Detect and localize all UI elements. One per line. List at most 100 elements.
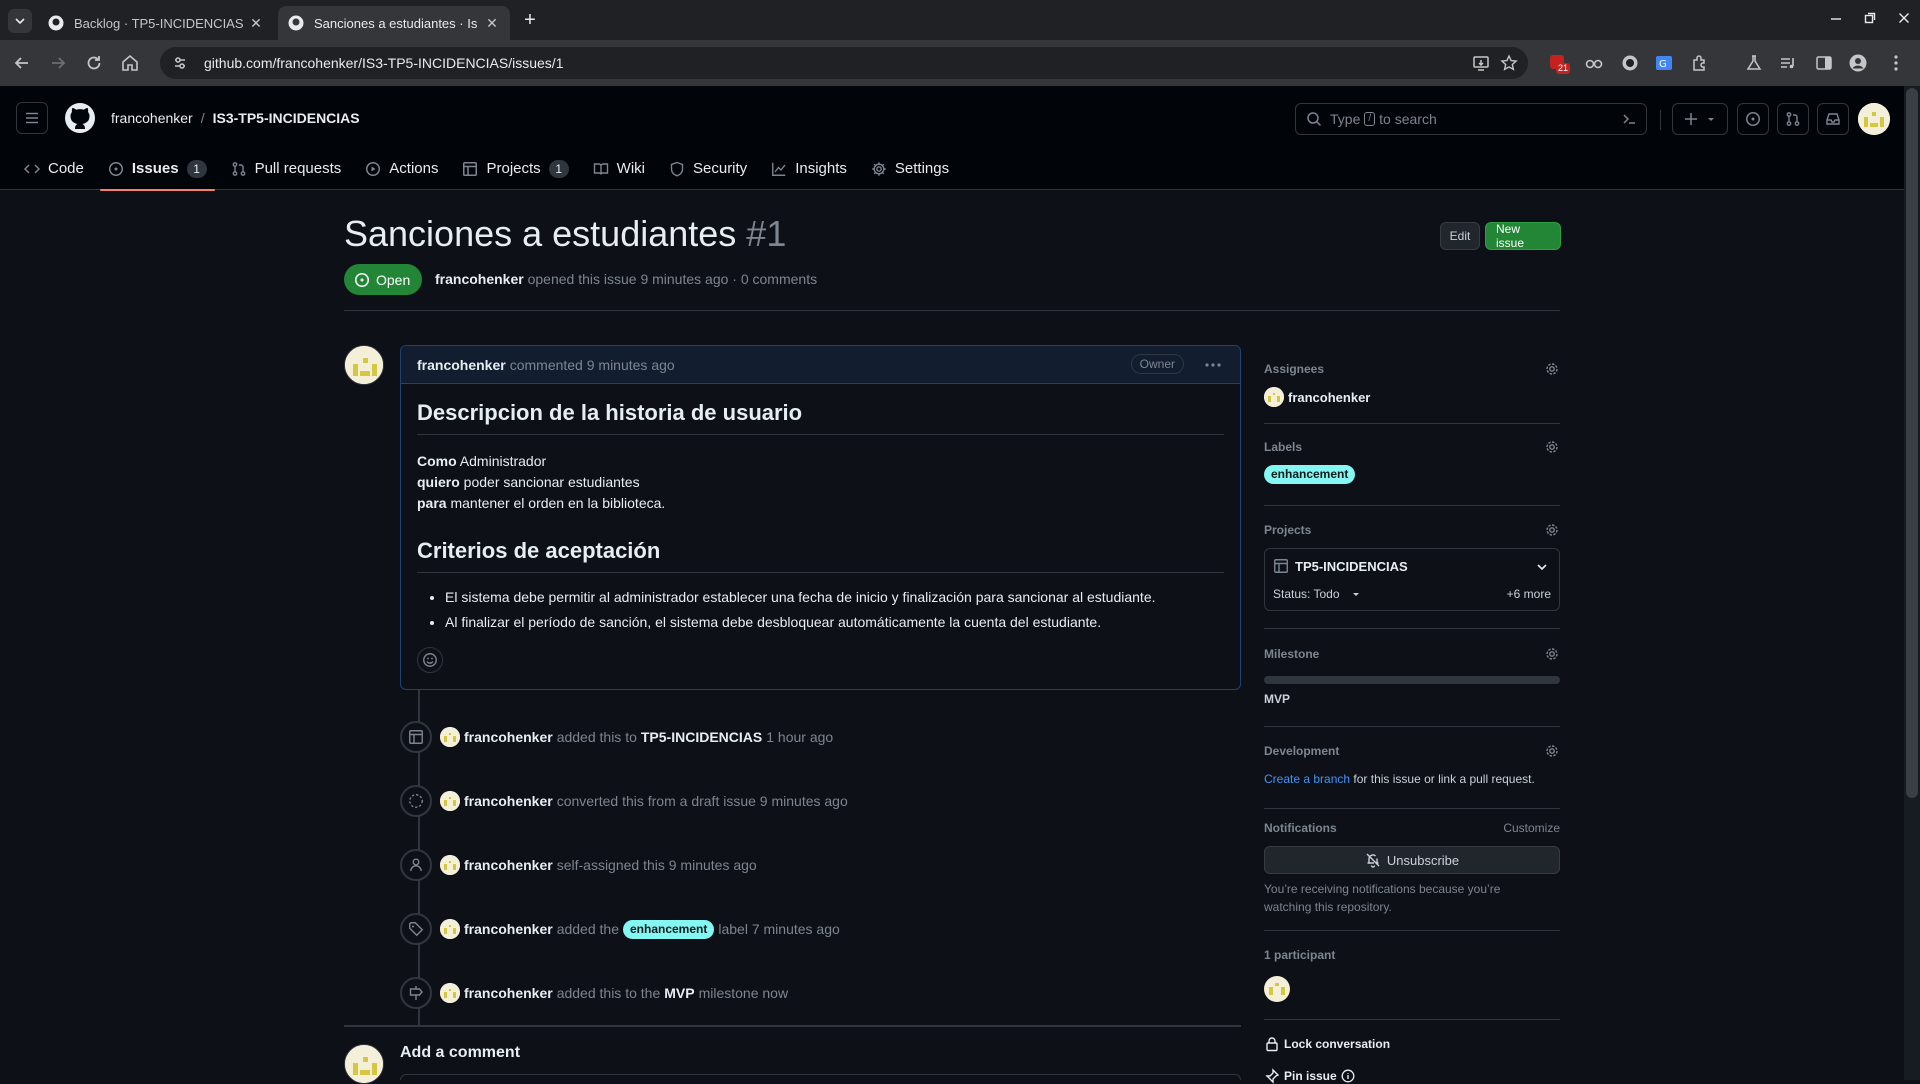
comment-action[interactable]: commented 9 minutes ago [510,357,675,373]
event-user[interactable]: francohenker [464,857,553,873]
bookmark-star-icon[interactable] [1500,54,1518,72]
restore-icon[interactable] [1862,10,1878,26]
avatar[interactable] [440,855,460,875]
command-palette-icon[interactable] [1620,110,1638,128]
minimize-icon[interactable] [1828,10,1844,26]
translate-extension-icon[interactable]: G [1654,53,1674,73]
development-title[interactable]: Development [1264,744,1339,758]
close-icon[interactable]: ✕ [248,15,264,31]
side-panel-icon[interactable] [1814,53,1834,73]
caret-down-icon [1708,118,1714,121]
menu-button[interactable] [16,102,48,134]
issue-author-link[interactable]: francohenker [435,271,524,287]
inbox-button[interactable] [1817,103,1849,135]
home-icon[interactable] [120,53,140,73]
profile-icon[interactable] [1848,53,1868,73]
lock-conversation-link[interactable]: Lock conversation [1264,1036,1560,1052]
issue-comment: francohenker commented 9 minutes ago Own… [400,345,1241,690]
avatar[interactable] [440,983,460,1003]
tab-code[interactable]: Code [16,147,92,190]
customize-link[interactable]: Customize [1503,821,1560,835]
edit-button[interactable]: Edit [1440,222,1480,250]
close-icon[interactable]: ✕ [484,15,500,31]
tab-issues[interactable]: Issues 1 [99,147,215,191]
acceptance-criteria-heading: Criterios de aceptación [417,538,1224,573]
forward-icon[interactable] [48,53,68,73]
event-user[interactable]: francohenker [464,985,553,1001]
issues-button[interactable] [1737,103,1769,135]
unsubscribe-button[interactable]: Unsubscribe [1264,846,1560,874]
avatar[interactable] [440,919,460,939]
close-window-icon[interactable] [1896,10,1912,26]
tab-projects[interactable]: Projects 1 [454,147,576,190]
add-reaction-button[interactable] [417,647,443,673]
kebab-menu-icon[interactable] [1204,356,1222,374]
comment-author-avatar[interactable] [344,345,384,385]
gear-icon[interactable] [1544,743,1560,759]
info-icon[interactable] [1341,1069,1355,1083]
chevron-down-icon[interactable] [1535,560,1549,574]
breadcrumb-repo[interactable]: IS3-TP5-INCIDENCIAS [213,110,360,126]
comment-editor-top[interactable] [400,1074,1241,1080]
back-icon[interactable] [12,53,32,73]
address-bar[interactable]: github.com/francohenker/IS3-TP5-INCIDENC… [160,47,1528,79]
github-logo-icon[interactable] [64,102,96,134]
assignee[interactable]: francohenker [1264,387,1560,407]
pin-icon [1265,1068,1280,1084]
search-input[interactable]: Type / to search [1295,103,1647,135]
pull-requests-button[interactable] [1777,103,1809,135]
label-badge[interactable]: enhancement [1264,465,1356,484]
extensions-puzzle-icon[interactable] [1690,53,1710,73]
glasses-extension-icon[interactable] [1584,53,1604,73]
participant-avatar[interactable] [1264,976,1290,1002]
site-info-icon[interactable] [172,55,188,71]
divider [1264,930,1560,931]
event-milestone-link[interactable]: MVP [664,985,694,1001]
event-user[interactable]: francohenker [464,729,553,745]
tab-settings[interactable]: Settings [863,147,957,190]
create-branch-link[interactable]: Create a branch [1264,772,1350,786]
install-app-icon[interactable] [1472,54,1490,72]
tab-actions[interactable]: Actions [357,147,446,190]
project-status-dropdown[interactable]: Status: Todo [1273,587,1362,601]
browser-menu-icon[interactable] [1886,53,1906,73]
labels-title[interactable]: Labels [1264,440,1302,454]
create-new-button[interactable] [1672,103,1728,135]
extension-badge-icon[interactable]: 21 [1548,53,1571,74]
assignees-title[interactable]: Assignees [1264,362,1324,376]
gear-icon[interactable] [1544,522,1560,538]
event-user[interactable]: francohenker [464,793,553,809]
record-extension-icon[interactable] [1620,53,1640,73]
labs-flask-icon[interactable] [1744,53,1764,73]
tab-security[interactable]: Security [661,147,755,190]
pin-issue-link[interactable]: Pin issue [1264,1068,1560,1084]
gear-icon[interactable] [1544,646,1560,662]
tab-insights[interactable]: Insights [763,147,855,190]
reload-icon[interactable] [84,53,104,73]
milestone-name[interactable]: MVP [1264,692,1560,706]
new-tab-button[interactable]: + [520,10,540,30]
event-user[interactable]: francohenker [464,921,553,937]
tab-wiki[interactable]: Wiki [585,147,653,190]
avatar[interactable] [440,791,460,811]
browser-tab-issue[interactable]: Sanciones a estudiantes · Is ✕ [278,6,510,40]
user-avatar[interactable] [1858,103,1890,135]
browser-tab-backlog[interactable]: Backlog · TP5-INCIDENCIAS ✕ [38,6,274,40]
projects-title[interactable]: Projects [1264,523,1311,537]
breadcrumb-owner[interactable]: francohenker [111,110,193,126]
project-link[interactable]: TP5-INCIDENCIAS [1273,558,1408,574]
label-badge[interactable]: enhancement [623,919,715,939]
media-controls-icon[interactable] [1778,53,1798,73]
project-more-fields[interactable]: +6 more [1507,587,1551,601]
gear-icon[interactable] [1544,361,1560,377]
scrollbar-thumb[interactable] [1906,88,1918,798]
event-project-link[interactable]: TP5-INCIDENCIAS [641,729,762,745]
gear-icon[interactable] [1544,439,1560,455]
new-issue-button[interactable]: New issue [1485,222,1561,250]
current-user-avatar[interactable] [344,1044,384,1084]
avatar[interactable] [440,727,460,747]
tab-search-button[interactable] [8,9,32,33]
milestone-title[interactable]: Milestone [1264,647,1319,661]
comment-author[interactable]: francohenker [417,357,506,373]
tab-pull-requests[interactable]: Pull requests [223,147,350,190]
